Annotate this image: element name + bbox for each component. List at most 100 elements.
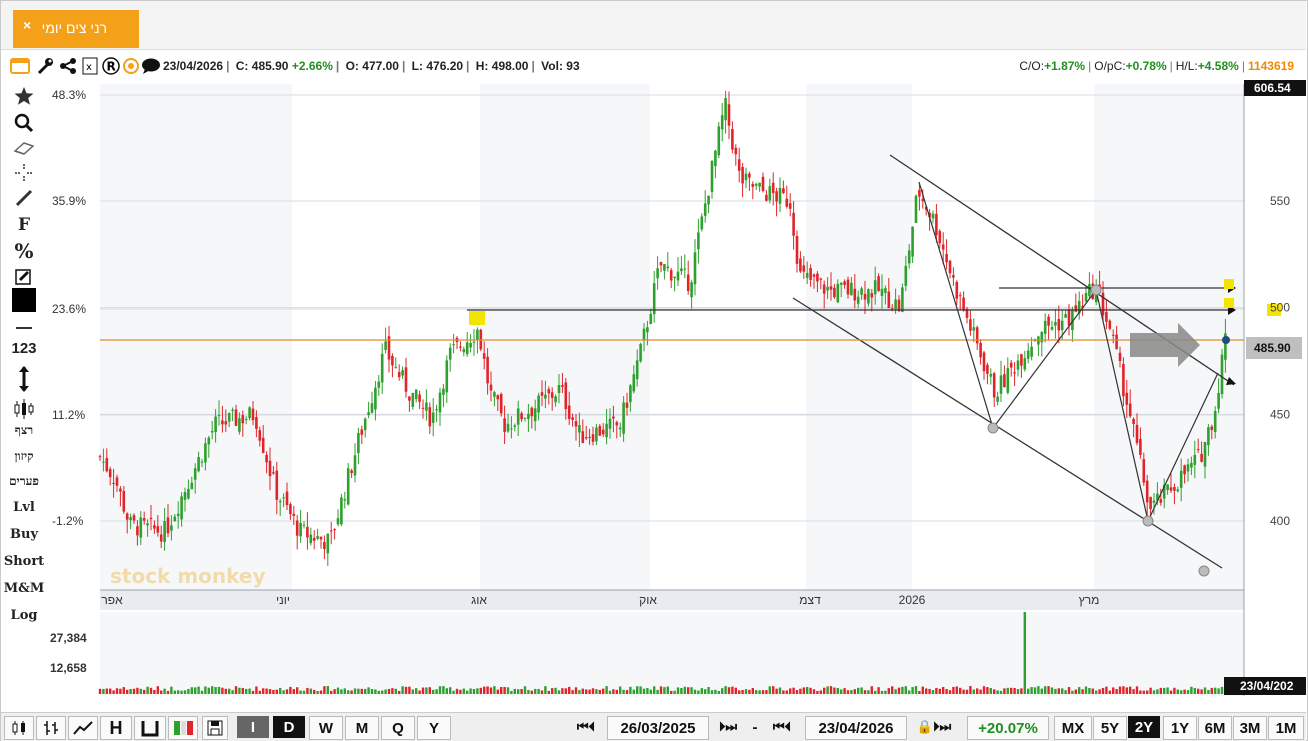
- candle-body: [316, 536, 319, 539]
- candle-body: [448, 347, 452, 360]
- candle-body: [459, 346, 462, 348]
- candle-body: [887, 291, 891, 309]
- volume-bar: [772, 686, 775, 694]
- volume-bar: [421, 687, 425, 694]
- save-icon[interactable]: [202, 716, 228, 740]
- candle-body: [105, 458, 109, 472]
- volume-bar: [455, 688, 459, 694]
- candle-body: [384, 341, 387, 350]
- candle-body: [285, 491, 289, 506]
- candle-body: [1122, 363, 1125, 397]
- candle-body: [697, 232, 700, 250]
- volume-bar: [928, 688, 931, 694]
- candle-body: [1183, 465, 1186, 475]
- candle-body: [894, 299, 897, 310]
- candle-body: [792, 212, 795, 236]
- candle-body: [370, 403, 374, 413]
- alert-marker: [1224, 279, 1234, 289]
- period-2y[interactable]: 2Y: [1128, 716, 1160, 738]
- candle-body: [499, 393, 503, 414]
- period-6m[interactable]: 6M: [1198, 716, 1232, 740]
- volume-bar: [860, 687, 863, 694]
- volume-bar: [646, 687, 649, 694]
- volume-bar: [364, 688, 367, 694]
- candle-body: [795, 235, 799, 264]
- period-3m[interactable]: 3M: [1233, 716, 1267, 740]
- candle-body: [673, 276, 676, 279]
- interval-quarterly[interactable]: Q: [381, 716, 415, 740]
- volume-bar: [537, 688, 540, 694]
- volume-bar: [292, 689, 295, 694]
- volume-bar: [690, 687, 693, 694]
- interval-weekly[interactable]: W: [309, 716, 343, 740]
- candle-body: [618, 427, 622, 430]
- skip-forward-icon[interactable]: ⏵⏭: [709, 716, 747, 738]
- volume-bar: [1006, 687, 1009, 694]
- lock-forward-icon[interactable]: 🔒 ⏵⏭: [907, 716, 961, 738]
- volume-bar: [1088, 687, 1091, 694]
- candle-body: [591, 434, 595, 442]
- period-band: [912, 84, 1094, 590]
- candle-body: [1118, 352, 1122, 362]
- volume-bar: [163, 688, 166, 694]
- price-chart[interactable]: stock monkey 400 450 500 550 48.3% 35.9% 23.6%…: [0, 0, 1308, 712]
- skip-back-icon[interactable]: ⏮⏴: [567, 716, 605, 738]
- candle-body: [1115, 334, 1118, 350]
- volume-bar: [578, 690, 581, 694]
- volume-bar: [605, 686, 608, 694]
- line-chart-icon[interactable]: [68, 716, 98, 740]
- volume-bar: [738, 690, 741, 694]
- volume-bar: [479, 687, 482, 694]
- volume-bar: [547, 690, 550, 694]
- color-bars-icon[interactable]: [168, 716, 198, 740]
- hl-chart-icon[interactable]: H: [100, 716, 132, 740]
- candle-body: [686, 274, 690, 292]
- candle-body: [608, 418, 612, 429]
- period-1y[interactable]: 1Y: [1163, 716, 1197, 740]
- candle-body: [469, 342, 472, 348]
- period-1m[interactable]: 1M: [1268, 716, 1304, 740]
- volume-bar: [717, 690, 720, 694]
- candle-body: [377, 381, 381, 388]
- range-start-date[interactable]: 26/03/2025: [607, 716, 709, 740]
- interval-monthly[interactable]: M: [345, 716, 379, 740]
- volume-bar: [367, 687, 370, 694]
- volume-bar: [1030, 687, 1033, 694]
- candle-body: [751, 183, 755, 187]
- volume-bar: [166, 690, 170, 694]
- candle-body: [190, 482, 194, 490]
- volume-bar: [1037, 686, 1040, 694]
- candle-body: [452, 344, 455, 346]
- volume-bar: [153, 689, 156, 694]
- volume-bar: [517, 689, 520, 694]
- skip-back-icon[interactable]: ⏮⏴: [763, 716, 801, 738]
- step-chart-icon[interactable]: [134, 716, 166, 740]
- candle-body: [129, 517, 132, 521]
- volume-bar: [1142, 690, 1145, 694]
- volume-bar: [112, 690, 115, 694]
- interval-intraday[interactable]: I: [237, 716, 269, 738]
- candle-body: [1060, 320, 1064, 330]
- volume-bar: [265, 688, 268, 694]
- volume-bar: [639, 686, 642, 694]
- volume-bar: [935, 687, 938, 694]
- volume-bar: [1095, 690, 1098, 694]
- period-max[interactable]: MX: [1054, 716, 1092, 740]
- candle-body: [1111, 334, 1115, 336]
- interval-yearly[interactable]: Y: [417, 716, 451, 740]
- volume-bar: [1108, 690, 1111, 694]
- interval-daily[interactable]: D: [273, 716, 305, 738]
- candle-body: [833, 287, 836, 298]
- period-5y[interactable]: 5Y: [1093, 716, 1127, 740]
- candle-chart-icon[interactable]: [4, 716, 34, 740]
- candle-body: [799, 258, 802, 272]
- volume-bar: [969, 686, 972, 694]
- volume-bar: [496, 689, 499, 694]
- volume-bar: [340, 689, 343, 694]
- volume-bar: [1027, 688, 1030, 694]
- volume-bar: [1013, 688, 1016, 694]
- range-end-date[interactable]: 23/04/2026: [805, 716, 907, 740]
- bar-chart-icon[interactable]: [36, 716, 66, 740]
- volume-bar: [874, 690, 877, 694]
- candle-body: [816, 273, 819, 282]
